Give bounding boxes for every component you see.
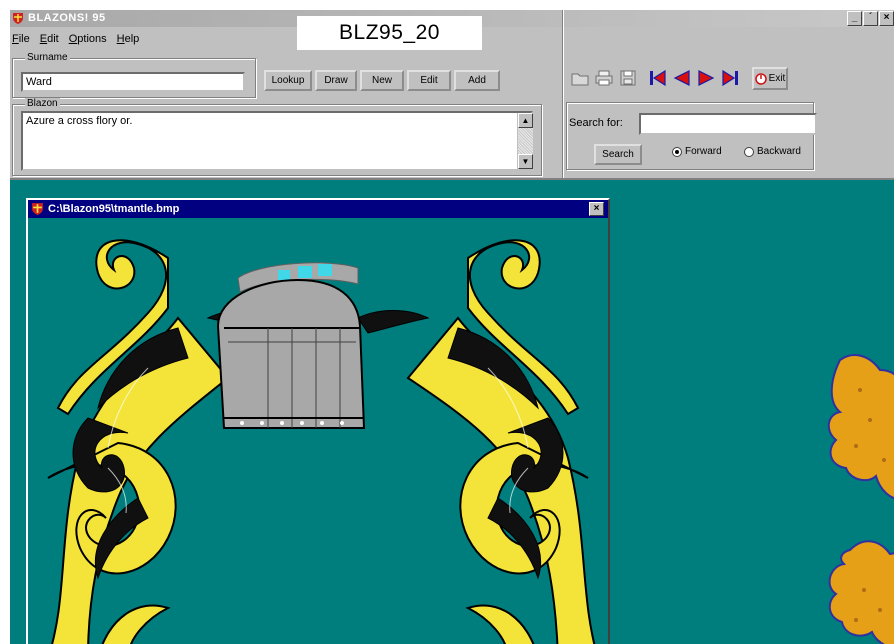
print-icon[interactable] [592,66,616,90]
next-record-icon[interactable] [694,66,718,90]
blazon-textarea[interactable]: Azure a cross flory or. [21,111,533,171]
mantling-image [47,239,596,644]
menu-help[interactable]: Help [117,30,140,48]
surname-input[interactable]: Ward [21,72,245,92]
scroll-down-icon[interactable]: ▼ [518,154,533,169]
surname-group: Surname Ward [12,52,256,98]
restore-button[interactable]: ´ [863,11,878,26]
exit-icon [754,72,767,85]
shield-doc-icon [32,203,43,215]
last-record-icon[interactable] [718,66,742,90]
exit-button[interactable]: Exit [752,67,788,90]
save-icon[interactable] [616,66,640,90]
image-child-window: C:\Blazon95\tmantle.bmp × [26,198,610,644]
blazons-app-window: BLAZONS! 95 _ ´ × File Edit Options Help… [10,10,894,644]
blazon-label: Blazon [25,98,60,109]
panel-divider [562,10,564,180]
blazon-group: Blazon Azure a cross flory or. ▲ ▼ [12,98,542,176]
lion-artwork [827,354,894,644]
menu-options[interactable]: Options [69,30,107,48]
forward-radio-dot[interactable] [672,146,682,157]
close-button[interactable]: × [879,11,894,26]
prev-record-icon[interactable] [670,66,694,90]
child-title-bar[interactable]: C:\Blazon95\tmantle.bmp × [28,200,608,218]
backward-label: Backward [757,146,801,157]
menu-bar: File Edit Options Help [10,30,139,48]
edit-button[interactable]: Edit [407,70,451,91]
backward-radio[interactable]: Backward [744,146,801,157]
child-window-title: C:\Blazon95\tmantle.bmp [48,203,180,215]
new-button[interactable]: New [360,70,404,91]
surname-label: Surname [25,52,70,63]
shield-app-icon [13,13,23,24]
blazon-scrollbar[interactable]: ▲ ▼ [517,113,533,169]
minimize-button[interactable]: _ [847,11,862,26]
menu-edit[interactable]: Edit [40,30,59,48]
scroll-up-icon[interactable]: ▲ [518,113,533,128]
caption-label: BLZ95_20 [297,16,482,50]
first-record-icon[interactable] [646,66,670,90]
search-label: Search for: [569,117,623,129]
blazon-text: Azure a cross flory or. [26,115,133,127]
app-title: BLAZONS! 95 [28,12,106,24]
backward-radio-dot[interactable] [744,146,754,157]
search-input[interactable] [639,113,817,135]
child-close-button[interactable]: × [589,202,604,216]
exit-label: Exit [768,73,786,84]
add-button[interactable]: Add [454,70,500,91]
open-icon[interactable] [568,66,592,90]
lookup-button[interactable]: Lookup [264,70,312,91]
helm [216,278,366,429]
forward-label: Forward [685,146,722,157]
search-button[interactable]: Search [594,144,642,165]
window-controls: _ ´ × [847,11,894,26]
forward-radio[interactable]: Forward [672,146,722,157]
draw-button[interactable]: Draw [315,70,357,91]
mdi-workspace: C:\Blazon95\tmantle.bmp × [10,178,894,644]
menu-file[interactable]: File [12,30,30,48]
